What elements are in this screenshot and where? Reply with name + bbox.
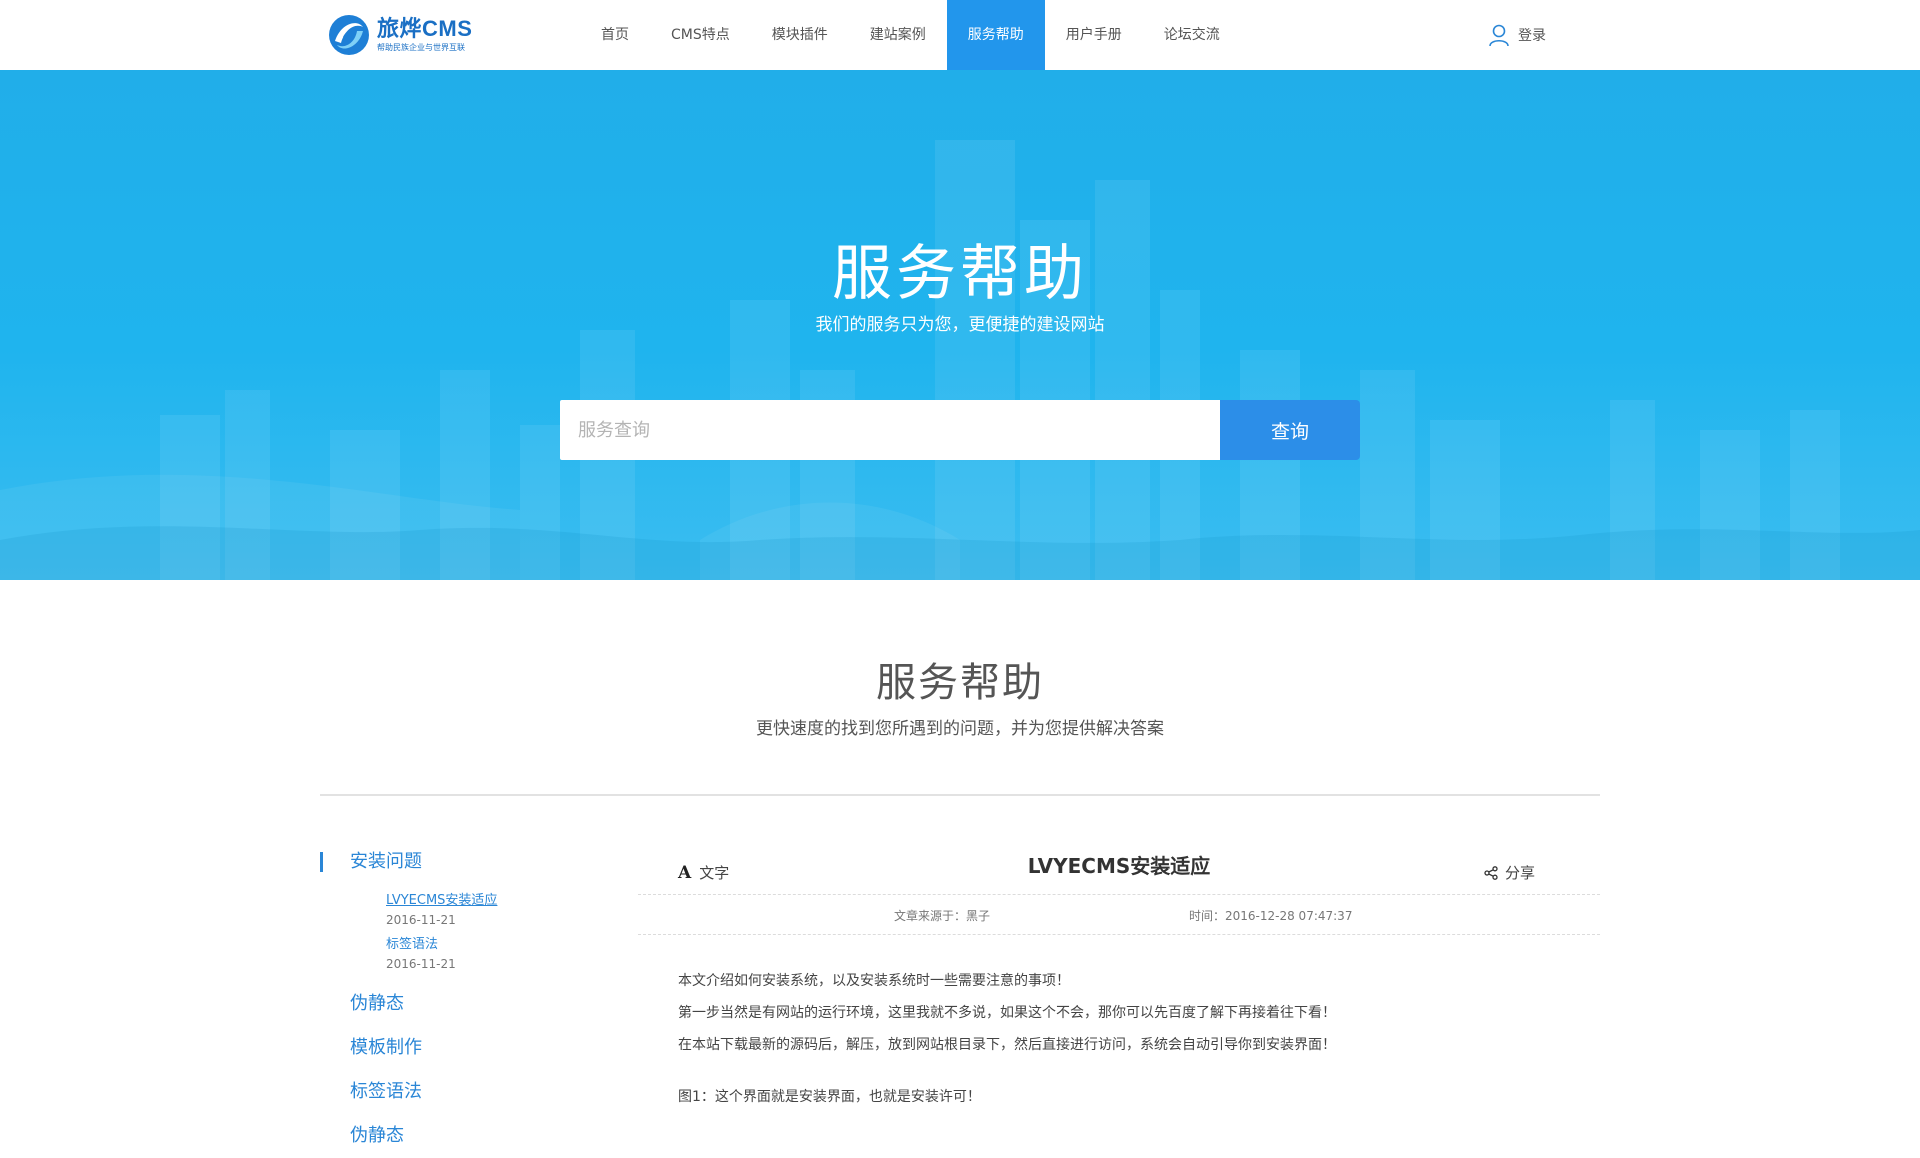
nav-item-user-manual[interactable]: 用户手册 — [1045, 0, 1143, 70]
sidebar-category-rewrite[interactable]: 伪静态 — [320, 982, 600, 1026]
article-paragraph: 本文介绍如何安装系统，以及安装系统时一些需要注意的事项！ — [678, 973, 1070, 989]
nav-item-cases[interactable]: 建站案例 — [849, 0, 947, 70]
hero-banner: 服务帮助 我们的服务只为您，更便捷的建设网站 查询 — [0, 70, 1920, 580]
share-label: 分享 — [1505, 864, 1536, 882]
sidebar-article-link[interactable]: LVYECMS安装适应 — [386, 892, 600, 910]
search-button[interactable]: 查询 — [1220, 400, 1360, 460]
sidebar-article-date: 2016-11-21 — [386, 957, 456, 971]
article-paragraph: 在本站下载最新的源码后，解压，放到网站根目录下，然后直接进行访问，系统会自动引导… — [678, 1037, 1336, 1053]
section-title: 服务帮助 — [876, 660, 1044, 706]
article-body: 本文介绍如何安装系统，以及安装系统时一些需要注意的事项！ 第一步当然是有网站的运… — [638, 935, 1600, 1107]
nav-item-cms-features[interactable]: CMS特点 — [650, 0, 751, 70]
hero-title: 服务帮助 — [832, 239, 1088, 309]
sidebar-sub-list: LVYECMS安装适应 2016-11-21 标签语法 2016-11-21 — [320, 892, 600, 972]
sidebar-category-templates[interactable]: 模板制作 — [320, 1026, 600, 1070]
sidebar-category-install[interactable]: 安装问题 — [320, 840, 600, 884]
login-button[interactable]: 登录 — [1488, 22, 1546, 48]
site-logo[interactable]: 旅烨CMS 帮助民族企业与世界互联 — [327, 12, 477, 58]
service-search-input[interactable] — [560, 400, 1220, 460]
nav-item-plugins[interactable]: 模块插件 — [751, 0, 849, 70]
article-source: 文章来源于：黑子 — [894, 909, 991, 923]
hero-subtitle: 我们的服务只为您，更便捷的建设网站 — [815, 315, 1105, 335]
user-icon — [1489, 24, 1509, 47]
article-meta: 文章来源于：黑子 时间：2016-12-28 07:47:37 — [638, 895, 1600, 935]
article-paragraph: 图1：这个界面就是安装界面，也就是安装许可！ — [678, 1089, 981, 1105]
service-search-bar: 查询 — [560, 400, 1360, 460]
share-icon — [1484, 865, 1498, 880]
article-header: A 文字 LVYECMS安装适应 分享 — [638, 840, 1600, 895]
login-label: 登录 — [1518, 28, 1546, 44]
main-nav: 首页 CMS特点 模块插件 建站案例 服务帮助 用户手册 论坛交流 — [580, 0, 1241, 70]
sidebar-article-link[interactable]: 标签语法 — [386, 936, 600, 954]
share-button[interactable]: 分享 — [1484, 862, 1535, 883]
nav-item-forum[interactable]: 论坛交流 — [1143, 0, 1241, 70]
logo-mark-icon — [329, 15, 369, 55]
sidebar-category-list: 伪静态 模板制作 标签语法 伪静态 — [320, 982, 600, 1158]
nav-item-home[interactable]: 首页 — [580, 0, 650, 70]
list-item: 标签语法 2016-11-21 — [386, 936, 600, 972]
article-time: 时间：2016-12-28 07:47:37 — [1189, 909, 1353, 923]
article-title: LVYECMS安装适应 — [1027, 854, 1211, 878]
nav-item-service-help[interactable]: 服务帮助 — [946, 0, 1045, 70]
logo-text: 旅烨CMS 帮助民族企业与世界互联 — [377, 18, 472, 52]
list-item: LVYECMS安装适应 2016-11-21 — [386, 892, 600, 928]
logo-slogan: 帮助民族企业与世界互联 — [377, 43, 465, 52]
sidebar-category-rewrite-2[interactable]: 伪静态 — [320, 1114, 600, 1158]
top-header: 旅烨CMS 帮助民族企业与世界互联 首页 CMS特点 模块插件 建站案例 服务帮… — [0, 0, 1920, 70]
help-sidebar: 安装问题 LVYECMS安装适应 2016-11-21 标签语法 2016-11… — [320, 840, 600, 1158]
sidebar-article-date: 2016-11-21 — [386, 913, 456, 927]
article-paragraph: 第一步当然是有网站的运行环境，这里我就不多说，如果这个不会，那你可以先百度了解下… — [678, 1005, 1336, 1021]
section-subtitle: 更快速度的找到您所遇到的问题，并为您提供解决答案 — [756, 719, 1164, 739]
logo-name: 旅烨CMS — [377, 16, 473, 41]
section-divider — [320, 794, 1600, 796]
article-panel: A 文字 LVYECMS安装适应 分享 文章来源于：黑子 时间：2016-12-… — [638, 840, 1600, 1119]
sidebar-category-tag-syntax[interactable]: 标签语法 — [320, 1070, 600, 1114]
